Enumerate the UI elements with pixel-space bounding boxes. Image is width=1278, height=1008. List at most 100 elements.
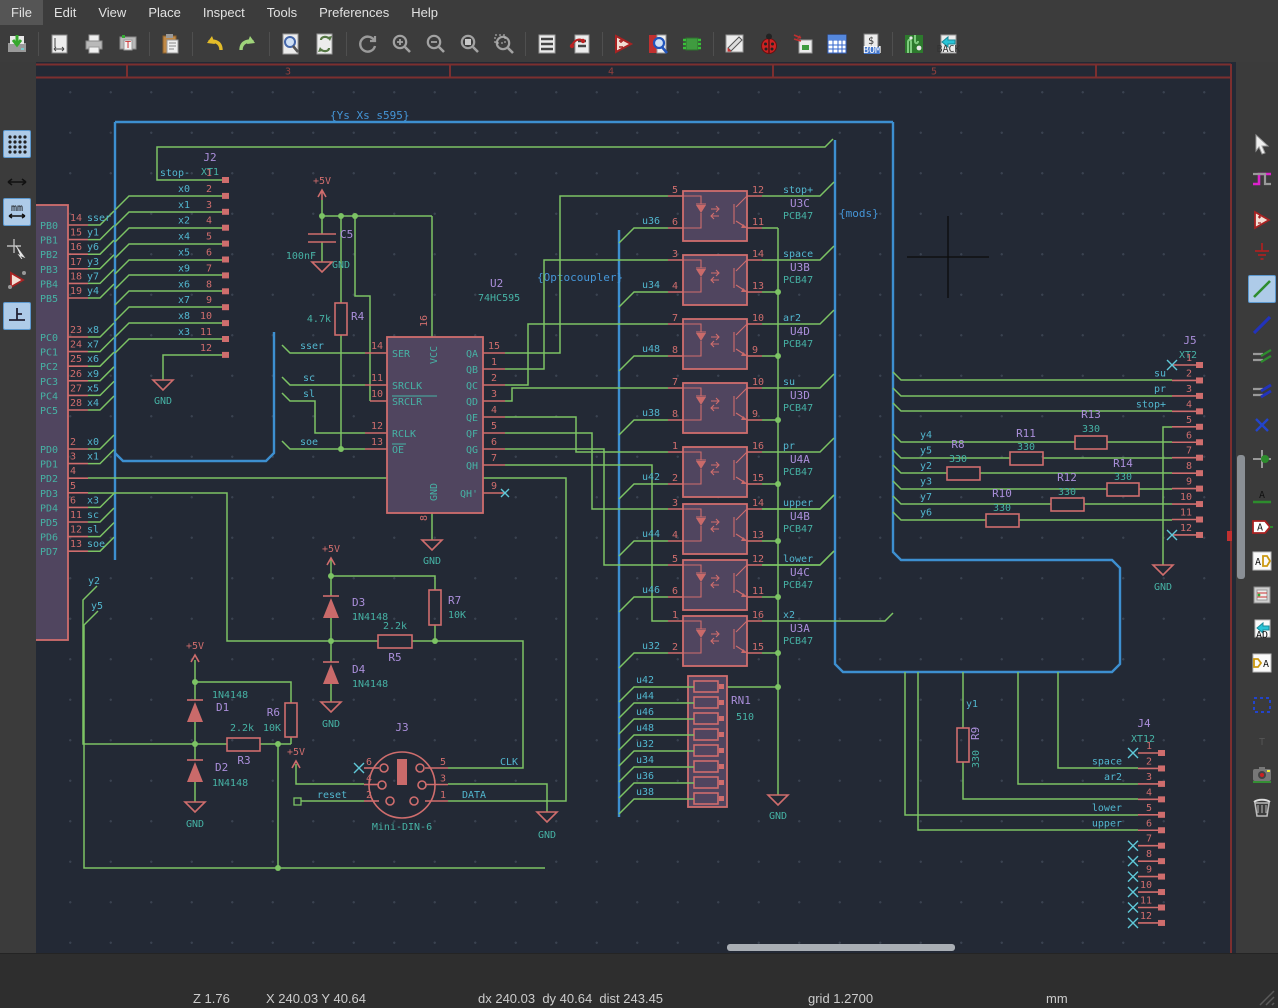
r3-resistor[interactable]: 2.2k R3 [227, 723, 260, 767]
connector-pin-row[interactable]: 4 stop+ [1136, 399, 1203, 414]
vertical-scrollbar-thumb[interactable] [1237, 455, 1245, 579]
toggle-grid-button[interactable] [3, 130, 31, 158]
j3-pin[interactable]: 1 [425, 790, 448, 801]
menu-help[interactable]: Help [400, 0, 449, 25]
net-label-y1[interactable]: y1 [966, 699, 978, 710]
r13-resistor[interactable]: R13330 [1075, 408, 1107, 449]
schematic-canvas[interactable]: 3 4 5 {Ys Xs s595} {Optocoupler} {mods} [36, 62, 1236, 953]
connector-pin-row[interactable]: 6 [1172, 430, 1203, 445]
place-image-tool[interactable] [1248, 760, 1276, 788]
svg-text:y4[interactable]: y4 [920, 430, 932, 441]
connector-pin-row[interactable]: 1 [1167, 353, 1203, 370]
j5-connector[interactable]: J5 XT2 1 2 su [1136, 334, 1203, 593]
junction-tool[interactable] [1248, 445, 1276, 473]
save-button[interactable] [1, 29, 33, 59]
connector-pin-row[interactable]: 7 x9 [178, 263, 229, 278]
connector-pin-row[interactable]: 8 x6 [178, 279, 229, 294]
menu-preferences[interactable]: Preferences [308, 0, 400, 25]
resize-grip[interactable] [1258, 989, 1276, 1007]
connector-pin-row[interactable]: 11 [1172, 508, 1203, 523]
connector-pin-row[interactable]: 9 [1172, 477, 1203, 492]
delete-tool[interactable] [1248, 793, 1276, 821]
show-hidden-pins-button[interactable] [3, 266, 31, 294]
net-label-y2[interactable]: y2 [88, 576, 100, 587]
connector-pin-row[interactable]: 12 [1167, 523, 1203, 540]
r5-resistor[interactable]: 2.2k R5 [378, 621, 412, 664]
r7-resistor[interactable]: R7 10K [429, 590, 466, 625]
net-label-tool[interactable]: A [1248, 481, 1276, 509]
j4-connector[interactable]: J4 XT12 1 2 space [1092, 717, 1165, 928]
units-inches-button[interactable] [3, 168, 31, 196]
hierarchical-sheet-tool[interactable] [1248, 581, 1276, 609]
svg-text:y3[interactable]: y3 [920, 476, 932, 487]
import-sheet-pin-tool[interactable]: AD [1248, 615, 1276, 643]
undo-icon[interactable] [198, 29, 230, 59]
menu-file[interactable]: File [0, 0, 43, 25]
zoom-selection-icon[interactable] [488, 29, 520, 59]
connector-pin-row[interactable]: 7 [1128, 834, 1165, 851]
footprint-browser-icon[interactable] [676, 29, 708, 59]
connector-pin-row[interactable]: 4 [1138, 787, 1165, 802]
zoom-in-icon[interactable] [386, 29, 418, 59]
j3-pin[interactable]: 2 [364, 790, 379, 801]
global-label-tool[interactable]: A [1248, 513, 1276, 541]
menu-place[interactable]: Place [137, 0, 192, 25]
optocoupler[interactable]: 5 6 12 11 stop+ U3C PCB47 u36 [619, 182, 834, 243]
menu-tools[interactable]: Tools [256, 0, 308, 25]
connector-pin-row[interactable]: 10 [1128, 880, 1165, 897]
redo-icon[interactable] [232, 29, 264, 59]
r9-resistor[interactable]: R9 330 y1 [957, 699, 982, 768]
optocoupler[interactable]: 7 8 10 9 su U3D PCB47 u38 [619, 374, 834, 435]
r11-resistor[interactable]: R11330 [1010, 427, 1043, 465]
open-pcb-editor-icon[interactable] [898, 29, 930, 59]
erc-check-icon[interactable] [753, 29, 785, 59]
optocoupler[interactable]: 7 8 10 9 ar2 U4D PCB47 u48 [619, 310, 834, 371]
wire-to-bus-entry-tool[interactable] [1248, 343, 1276, 371]
r6-resistor[interactable]: R6 10K [263, 703, 297, 737]
net-label-sser[interactable]: sser [300, 341, 324, 352]
r14-resistor[interactable]: R14330 [1107, 457, 1139, 496]
graphic-line-tool[interactable] [1248, 691, 1276, 719]
net-label-clk[interactable]: CLK [500, 757, 518, 768]
r4-resistor[interactable]: R4 4.7k [307, 303, 365, 335]
import-back-annotation-icon[interactable]: BACK [932, 29, 964, 59]
r10-resistor[interactable]: R10330 [986, 487, 1019, 527]
connector-pin-row[interactable]: 6 upper [1092, 818, 1165, 833]
paste-icon[interactable] [155, 29, 187, 59]
print-icon[interactable] [78, 29, 110, 59]
sheet-pin-tool[interactable]: A [1248, 649, 1276, 677]
optocoupler[interactable]: 1 2 16 15 x2 U3A PCB47 u32 [619, 610, 813, 668]
svg-text:y6[interactable]: y6 [920, 507, 932, 518]
p5v-top[interactable]: +5V [313, 176, 331, 200]
vertical-scrollbar-track[interactable] [1236, 62, 1246, 953]
bus-to-bus-entry-tool[interactable] [1248, 378, 1276, 406]
connector-pin-row[interactable]: 10 x8 [178, 311, 229, 326]
connector-pin-row[interactable]: 2 space [1092, 756, 1165, 771]
graphic-text-tool[interactable]: T [1248, 725, 1276, 753]
highlight-net-tool[interactable] [1248, 165, 1276, 193]
place-power-port-tool[interactable] [1248, 238, 1276, 266]
c5-capacitor[interactable]: C5 100nF GND [286, 228, 353, 272]
units-mm-button[interactable]: mm [3, 198, 31, 226]
net-label-sl[interactable]: sl [303, 389, 315, 400]
menu-inspect[interactable]: Inspect [192, 0, 256, 25]
place-wire-tool[interactable] [1248, 275, 1276, 303]
svg-text:y5[interactable]: y5 [920, 445, 932, 456]
mcu-symbol[interactable]: PB0 14 sser PB1 15 y1 PB2 16 y6 [36, 205, 114, 640]
j3-pin[interactable]: 3 [425, 774, 448, 785]
hierarchy-navigator-icon[interactable] [531, 29, 563, 59]
generate-bom-icon[interactable]: $BOM [855, 29, 887, 59]
optocoupler[interactable]: 3 4 14 13 space U3B PCB47 u34 [619, 246, 834, 307]
symbol-library-browser-icon[interactable] [642, 29, 674, 59]
connector-pin-row[interactable]: 8 [1128, 849, 1165, 866]
select-tool[interactable] [1248, 130, 1276, 158]
zoom-out-icon[interactable] [420, 29, 452, 59]
run-simulation-icon[interactable] [608, 29, 640, 59]
connector-pin-row[interactable]: 11 [1128, 896, 1165, 913]
net-label-data[interactable]: DATA [462, 790, 486, 801]
plot-icon[interactable]: T [112, 29, 144, 59]
connector-pin-row[interactable]: 10 [1172, 492, 1203, 507]
net-label-sc[interactable]: sc [303, 373, 315, 384]
r8-resistor[interactable]: R8330 [947, 438, 980, 480]
place-symbol-tool[interactable] [1248, 206, 1276, 234]
